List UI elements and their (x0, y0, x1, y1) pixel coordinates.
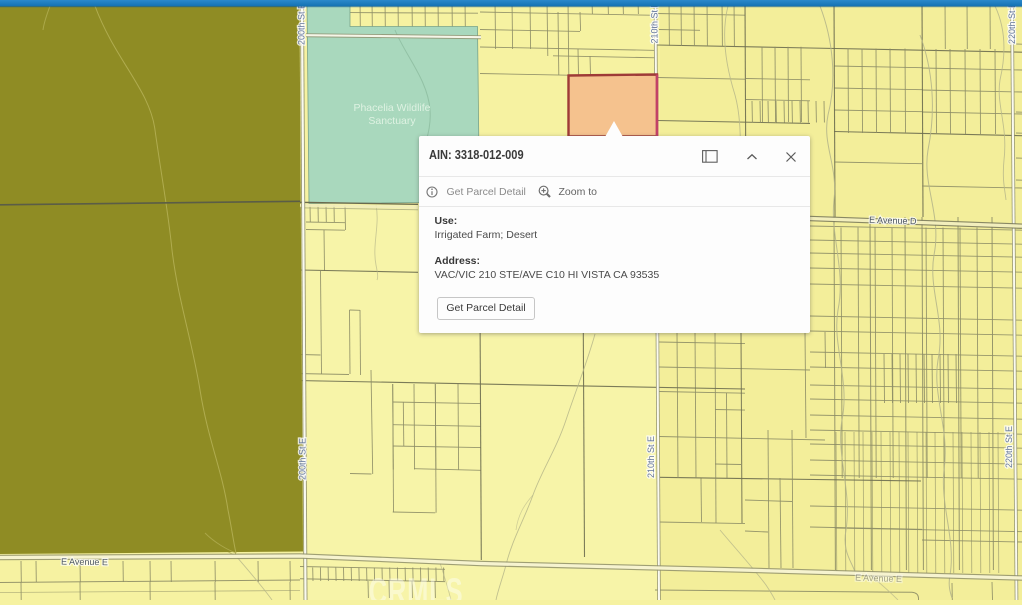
svg-text:E Avenue D: E Avenue D (869, 215, 917, 227)
svg-text:210th St E: 210th St E (646, 436, 656, 478)
svg-text:E Avenue E: E Avenue E (855, 573, 902, 585)
svg-text:220th St E: 220th St E (1004, 426, 1014, 468)
svg-text:Phacelia Wildlife: Phacelia Wildlife (353, 102, 430, 114)
svg-text:200th St E: 200th St E (298, 438, 308, 480)
svg-text:220th St E: 220th St E (1007, 2, 1017, 44)
svg-text:Sanctuary: Sanctuary (368, 115, 416, 127)
svg-text:CRMLS: CRMLS (369, 570, 464, 600)
svg-text:E Avenue E: E Avenue E (61, 557, 108, 568)
svg-text:200th St E: 200th St E (297, 3, 307, 45)
svg-text:210th St E: 210th St E (650, 1, 660, 43)
